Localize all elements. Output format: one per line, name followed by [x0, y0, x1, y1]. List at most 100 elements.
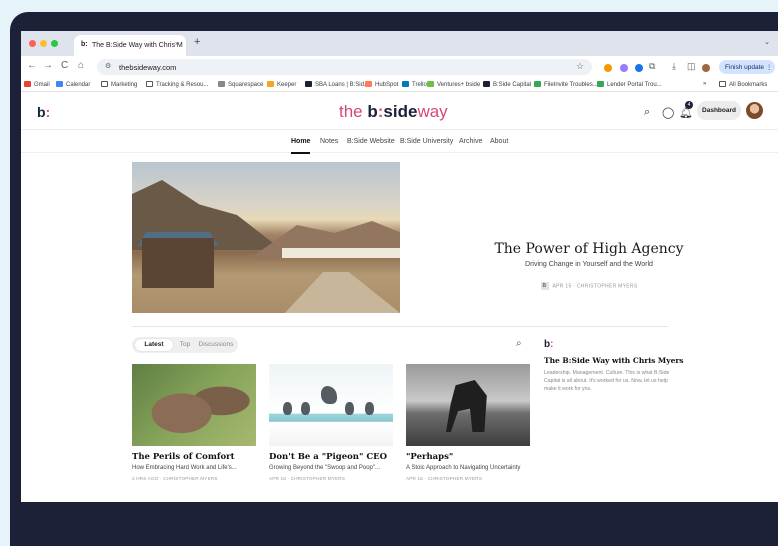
bookmark-item[interactable]: Tracking & Resou... [146, 81, 208, 88]
tab-discussions[interactable]: Discussions [196, 339, 236, 351]
tab-strip: b: The B:Side Way with Chris M × + ⌄ [21, 31, 778, 56]
gmail-icon [24, 81, 31, 87]
divider [132, 326, 668, 327]
bookmark-item[interactable]: HubSpot [365, 81, 398, 88]
site-info-icon[interactable]: ⚙ [105, 62, 111, 70]
publication-title: The B:Side Way with Chris Myers [544, 356, 684, 365]
side-panel-icon[interactable]: ◫ [687, 61, 696, 72]
reload-icon[interactable]: C [61, 60, 68, 71]
post-subtitle: A Stoic Approach to Navigating Uncertain… [406, 465, 521, 471]
chat-icon[interactable]: ◯ [662, 106, 674, 119]
folder-icon [719, 81, 726, 87]
post-image-pigeon-ceo[interactable] [269, 364, 393, 446]
hero-subtitle: Driving Change in Yourself and the World [525, 261, 653, 268]
hero-title[interactable]: The Power of High Agency [400, 241, 778, 257]
nav-notes[interactable]: Notes [320, 138, 338, 145]
browser-window: b: The B:Side Way with Chris M × + ⌄ ← →… [21, 31, 778, 502]
nav-archive[interactable]: Archive [459, 138, 482, 145]
notification-badge: 4 [685, 101, 693, 109]
hubspot-icon [365, 81, 372, 87]
squarespace-icon [218, 81, 225, 87]
bookmark-item[interactable]: Ventures+ bside [427, 81, 480, 88]
bside-icon [305, 81, 312, 87]
post-image-perils-of-comfort[interactable] [132, 364, 256, 446]
laptop-stand [337, 537, 465, 546]
extension-icon[interactable] [635, 64, 643, 72]
ventures-icon [427, 81, 434, 87]
bookmark-item[interactable]: Gmail [24, 81, 50, 88]
new-tab-button[interactable]: + [194, 36, 200, 48]
bookmark-item[interactable]: SBA Loans | B:Sid... [305, 81, 369, 88]
home-icon[interactable]: ⌂ [78, 60, 84, 71]
bookmark-item[interactable]: Squarespace [218, 81, 263, 88]
nav-bside-website[interactable]: B:Side Website [347, 138, 395, 145]
post-title[interactable]: "Perhaps" [406, 452, 453, 462]
back-icon[interactable]: ← [27, 60, 37, 71]
post-meta: APR 16 · CHRISTOPHER MYERS [406, 476, 483, 481]
omnibox[interactable]: ⚙ thebsideway.com ☆ [97, 59, 592, 75]
more-bookmarks-icon[interactable]: » [703, 81, 706, 87]
bookmark-item[interactable]: Marketing [101, 81, 137, 88]
tab-latest[interactable]: Latest [135, 339, 173, 351]
extensions-puzzle-icon[interactable]: ⧉ [649, 61, 655, 72]
tab-search-icon[interactable]: ⌄ [764, 38, 770, 46]
extension-icon[interactable] [604, 64, 612, 72]
post-meta: APR 18 · CHRISTOPHER MYERS [269, 476, 346, 481]
post-title[interactable]: Don't Be a "Pigeon" CEO [269, 452, 387, 462]
tab-title: The B:Side Way with Chris M [92, 42, 183, 49]
folder-icon [146, 81, 153, 87]
site-nav: Home Notes B:Side Website B:Side Univers… [21, 129, 778, 154]
bookmark-item[interactable]: Keeper [267, 81, 296, 88]
extension-icon[interactable] [620, 64, 628, 72]
maximize-window-dot[interactable] [51, 40, 58, 47]
search-icon[interactable]: ⌕ [644, 106, 650, 119]
post-title[interactable]: The Perils of Comfort [132, 452, 235, 462]
hero-image[interactable] [132, 162, 400, 313]
post-meta: 2 HRS AGO · CHRISTOPHER MYERS [132, 476, 218, 481]
active-nav-underline [291, 152, 310, 154]
publication-description: Leadership. Management. Culture. This is… [544, 370, 670, 392]
post-subtitle: How Embracing Hard Work and Life's... [132, 465, 237, 471]
bookmarks-bar: Gmail Calendar Marketing Tracking & Reso… [21, 78, 778, 92]
download-icon[interactable]: ⤓ [672, 61, 676, 72]
finish-update-button[interactable]: Finish update ⋮ [719, 60, 775, 74]
site-logo[interactable]: b: [37, 104, 50, 120]
bookmark-item[interactable]: Lender Portal Trou... [597, 81, 662, 88]
bookmark-star-icon[interactable]: ☆ [576, 61, 584, 72]
keeper-icon [267, 81, 274, 87]
nav-bside-university[interactable]: B:Side University [400, 138, 453, 145]
tab-close-icon[interactable]: × [175, 41, 179, 48]
user-avatar[interactable] [746, 102, 763, 119]
close-window-dot[interactable] [29, 40, 36, 47]
dashboard-button[interactable]: Dashboard [697, 101, 741, 120]
post-image-perhaps[interactable] [406, 364, 530, 446]
all-bookmarks-item[interactable]: All Bookmarks [719, 81, 767, 88]
calendar-icon [56, 81, 63, 87]
bookmark-item[interactable]: FileInvite Troubles... [534, 81, 598, 88]
fileinvite-icon [534, 81, 541, 87]
nav-home[interactable]: Home [291, 138, 310, 145]
bside-icon [483, 81, 490, 87]
bookmark-item[interactable]: B:Side Capital [483, 81, 531, 88]
site-wordmark[interactable]: the b:sideway [339, 102, 448, 122]
trello-icon [402, 81, 409, 87]
post-subtitle: Growing Beyond the "Swoop and Poop"... [269, 465, 380, 471]
nav-about[interactable]: About [490, 138, 508, 145]
minimize-window-dot[interactable] [40, 40, 47, 47]
author-icon: B [540, 282, 549, 290]
tab-top[interactable]: Top [175, 339, 195, 351]
address-bar-row: ← → C ⌂ ⚙ thebsideway.com ☆ ⧉ ⤓ ◫ Finish… [21, 56, 778, 78]
search-posts-icon[interactable]: ⌕ [516, 338, 522, 349]
tab-favicon: b: [81, 41, 88, 48]
lender-icon [597, 81, 604, 87]
profile-avatar-icon[interactable] [702, 64, 710, 72]
browser-tab[interactable]: b: The B:Side Way with Chris M × [74, 35, 186, 56]
folder-icon [101, 81, 108, 87]
feed-tabs: Latest Top Discussions [132, 337, 238, 353]
url-text[interactable]: thebsideway.com [119, 63, 176, 72]
bookmark-item[interactable]: Calendar [56, 81, 90, 88]
hero-meta: B APR 15 · CHRISTOPHER MYERS [400, 282, 778, 290]
publication-logo: b: [544, 339, 554, 350]
bookmark-item[interactable]: Trello [402, 81, 427, 88]
forward-icon[interactable]: → [43, 60, 53, 71]
